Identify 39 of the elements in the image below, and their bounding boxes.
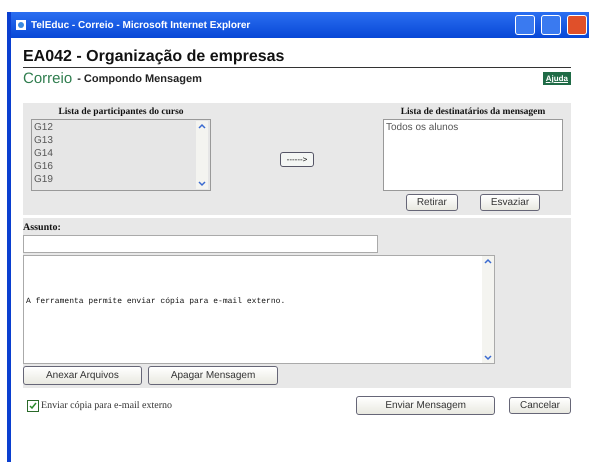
course-title: EA042 - Organização de empresas (23, 48, 571, 68)
subject-label: Assunto: (23, 222, 62, 233)
window-title: TelEduc - Correio - Microsoft Internet Explorer (31, 20, 252, 30)
add-button[interactable]: ------> (280, 152, 314, 167)
checkbox[interactable] (27, 400, 39, 412)
checkmark-icon (29, 402, 37, 410)
checkbox-label: Enviar cópia para e-mail externo (41, 400, 172, 411)
message-button[interactable]: Apagar Mensagem (148, 366, 278, 385)
message-field[interactable]: A ferramenta permite enviar cópia para e-mail externo. (23, 255, 495, 364)
participants-list[interactable]: G12 G13 G14 G16 G19 (31, 119, 211, 191)
browser-icon (15, 19, 27, 31)
maximize-button[interactable] (541, 15, 561, 35)
list-item[interactable]: G12 (34, 121, 196, 134)
list-label: Lista de destinatários da mensagem (400, 107, 546, 117)
list-button[interactable]: Esvaziar (480, 194, 540, 211)
cancel-button[interactable]: Cancelar (508, 397, 571, 414)
list-button[interactable]: Retirar (406, 194, 458, 211)
list-item[interactable]: Todos os alunos (386, 121, 560, 134)
message-text: A ferramenta permite enviar cópia para e-mail externo. (25, 296, 286, 308)
send-button[interactable]: Enviar Mensagem (356, 396, 495, 415)
scroll-down-icon[interactable] (196, 179, 208, 189)
list-item[interactable]: G16 (34, 160, 196, 173)
message-button[interactable]: Anexar Arquivos (23, 366, 142, 385)
list-label: Lista de participantes do curso (57, 107, 185, 117)
list-item[interactable]: G19 (34, 173, 196, 186)
close-button[interactable] (567, 15, 587, 35)
tool-name: Correio (23, 70, 72, 87)
scroll-up-icon[interactable] (482, 256, 494, 266)
page-subtitle: - Compondo Mensagem (77, 72, 203, 84)
list-item[interactable]: G13 (34, 134, 196, 147)
scrollbar[interactable] (196, 121, 208, 189)
scroll-up-icon[interactable] (196, 121, 208, 131)
help-link[interactable]: Ajuda (542, 72, 571, 85)
subject-field[interactable] (23, 235, 378, 253)
scroll-down-icon[interactable] (482, 353, 494, 363)
scrollbar[interactable] (482, 256, 494, 363)
minimize-button[interactable] (515, 15, 535, 35)
recipients-list[interactable]: Todos os alunos (383, 119, 563, 191)
list-item[interactable]: G14 (34, 147, 196, 160)
